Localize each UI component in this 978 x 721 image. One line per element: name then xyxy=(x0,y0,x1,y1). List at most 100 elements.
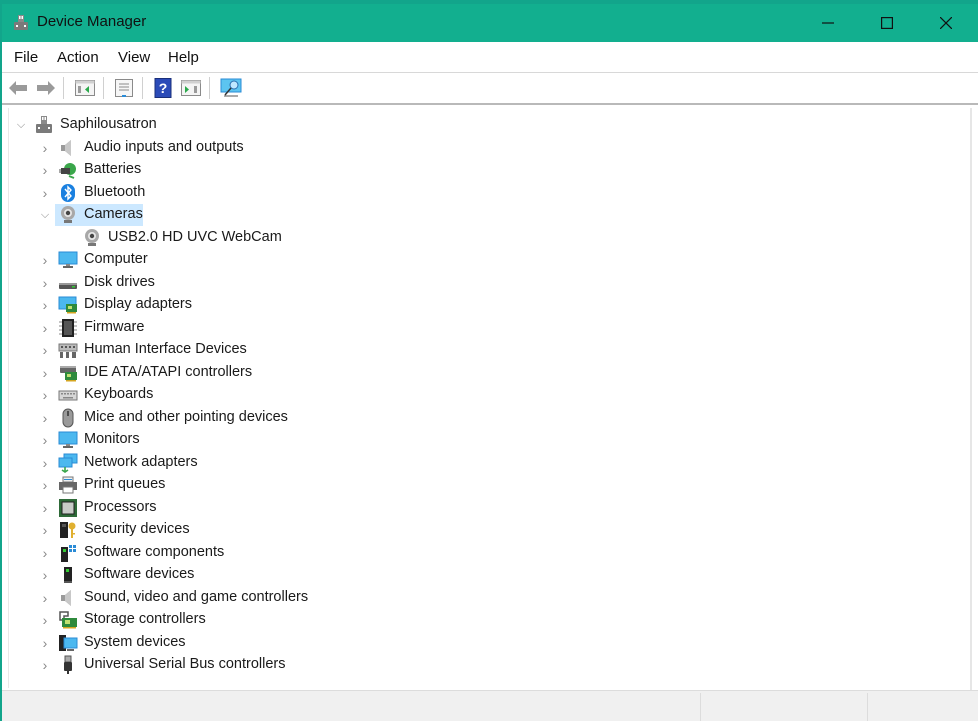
tree-category-software-components[interactable]: › Software components xyxy=(9,542,509,564)
chevron-right-icon[interactable]: › xyxy=(40,432,50,448)
chevron-right-icon[interactable]: › xyxy=(40,567,50,583)
properties-button[interactable] xyxy=(113,77,135,99)
menu-help[interactable]: Help xyxy=(168,49,199,66)
minimize-button[interactable] xyxy=(799,4,857,42)
tree-category-audio-inputs-and-outputs[interactable]: › Audio inputs and outputs xyxy=(9,137,509,159)
chevron-right-icon[interactable]: › xyxy=(40,455,50,471)
keyboard-icon xyxy=(58,390,78,401)
webcam-icon xyxy=(85,228,99,246)
tree-category-label: Processors xyxy=(84,498,157,515)
show-hide-console-tree-button[interactable] xyxy=(74,77,96,99)
tree-category-firmware[interactable]: › Firmware xyxy=(9,317,509,339)
chevron-right-icon[interactable]: › xyxy=(40,275,50,291)
disk-drive-icon xyxy=(59,282,77,289)
chevron-right-icon[interactable]: › xyxy=(40,387,50,403)
chevron-right-icon[interactable]: › xyxy=(40,612,50,628)
status-bar-pane xyxy=(867,693,978,721)
action-pane-icon xyxy=(181,80,201,96)
chevron-right-icon[interactable]: › xyxy=(40,410,50,426)
computer-icon xyxy=(58,251,78,268)
tree-category-processors[interactable]: › Processors xyxy=(9,497,509,519)
tree-category-system-devices[interactable]: › System devices xyxy=(9,632,509,654)
close-button[interactable] xyxy=(917,4,975,42)
tree-category-keyboards[interactable]: › Keyboards xyxy=(9,384,509,406)
tree-category-label: Monitors xyxy=(84,431,140,447)
back-button[interactable] xyxy=(7,77,29,99)
scan-hardware-button[interactable] xyxy=(220,77,242,99)
tree-device-label: USB2.0 HD UVC WebCam xyxy=(108,228,282,245)
tree-category-storage-controllers[interactable]: › Storage controllers xyxy=(9,609,509,631)
minimize-icon xyxy=(822,22,834,24)
chip-icon xyxy=(59,318,77,337)
status-bar-pane xyxy=(700,693,867,721)
chevron-down-icon[interactable]: ⌵ xyxy=(40,209,50,221)
toolbar: ? xyxy=(2,73,978,105)
tree-category-human-interface-devices[interactable]: › Human Interface Devices xyxy=(9,339,509,361)
tree-category-disk-drives[interactable]: › Disk drives xyxy=(9,272,509,294)
chevron-right-icon[interactable]: › xyxy=(40,342,50,358)
tree-category-label: Display adapters xyxy=(84,296,192,312)
chevron-right-icon[interactable]: › xyxy=(40,297,50,313)
tree-category-mice-and-other-pointing-devices[interactable]: › Mice and other pointing devices xyxy=(9,407,509,429)
system-devices-icon xyxy=(59,634,78,651)
display-adapter-icon xyxy=(58,296,77,314)
tree-category-label: Cameras xyxy=(84,206,143,222)
chevron-right-icon[interactable]: › xyxy=(40,477,50,493)
tree-category-label: Batteries xyxy=(84,161,142,177)
tree-category-label: Sound, video and game controllers xyxy=(84,588,309,605)
chevron-right-icon[interactable]: › xyxy=(40,185,50,201)
chevron-right-icon[interactable]: › xyxy=(40,635,50,651)
chevron-right-icon[interactable]: › xyxy=(40,162,50,178)
device-manager-app-icon xyxy=(14,15,28,30)
chevron-right-icon[interactable]: › xyxy=(40,500,50,516)
tree-category-label: System devices xyxy=(84,633,186,650)
console-tree-icon xyxy=(75,80,95,96)
processor-icon xyxy=(59,498,77,517)
tree-category-label: Software components xyxy=(84,543,225,560)
tree-category-sound-video-and-game-controllers[interactable]: › Sound, video and game controllers xyxy=(9,587,509,609)
device-manager-window: Device Manager File Action View Help ? ⌵… xyxy=(2,4,978,721)
menu-view[interactable]: View xyxy=(118,49,150,66)
chevron-right-icon[interactable]: › xyxy=(40,657,50,673)
tree-category-print-queues[interactable]: › Print queues xyxy=(9,474,509,496)
chevron-right-icon[interactable]: › xyxy=(40,522,50,538)
tree-category-ide-ata-atapi-controllers[interactable]: › IDE ATA/ATAPI controllers xyxy=(9,362,509,384)
tree-category-monitors[interactable]: › Monitors xyxy=(9,429,509,451)
tree-category-network-adapters[interactable]: › Network adapters xyxy=(9,452,509,474)
tree-category-label: Audio inputs and outputs xyxy=(84,138,244,155)
menu-file[interactable]: File xyxy=(14,49,38,66)
tree-category-universal-serial-bus-controllers[interactable]: › Universal Serial Bus controllers xyxy=(9,654,509,676)
tree-category-cameras[interactable]: ⌵ Cameras xyxy=(9,204,509,226)
tree-category-batteries[interactable]: › Batteries xyxy=(9,159,509,181)
tree-category-bluetooth[interactable]: › Bluetooth xyxy=(9,182,509,204)
tree-category-display-adapters[interactable]: › Display adapters xyxy=(9,294,509,316)
vertical-scrollbar-track[interactable] xyxy=(970,108,972,690)
chevron-right-icon[interactable]: › xyxy=(40,590,50,606)
forward-button[interactable] xyxy=(35,77,57,99)
close-icon xyxy=(940,17,952,29)
tree-device-item[interactable]: USB2.0 HD UVC WebCam xyxy=(9,227,509,249)
tree-category-security-devices[interactable]: › Security devices xyxy=(9,519,509,541)
chevron-down-icon[interactable]: ⌵ xyxy=(16,119,26,131)
title-bar[interactable]: Device Manager xyxy=(2,4,978,42)
show-action-pane-button[interactable] xyxy=(180,77,202,99)
tree-category-label: Keyboards xyxy=(84,386,154,402)
chevron-right-icon[interactable]: › xyxy=(40,320,50,336)
chevron-right-icon[interactable]: › xyxy=(40,545,50,561)
tree-category-software-devices[interactable]: › Software devices xyxy=(9,564,509,586)
chevron-right-icon[interactable]: › xyxy=(40,140,50,156)
tree-category-computer[interactable]: › Computer xyxy=(9,249,509,271)
chevron-right-icon[interactable]: › xyxy=(40,365,50,381)
device-tree[interactable]: ⌵ Saphilousatron › Audio inputs and outpu… xyxy=(8,108,973,688)
menu-action[interactable]: Action xyxy=(57,49,99,66)
status-bar xyxy=(2,690,978,721)
arrow-left-icon xyxy=(9,81,27,95)
webcam-icon xyxy=(61,206,75,223)
security-key-icon xyxy=(60,522,76,538)
chevron-right-icon[interactable]: › xyxy=(40,252,50,268)
help-button[interactable]: ? xyxy=(152,77,174,99)
tree-root-row[interactable]: ⌵ Saphilousatron xyxy=(9,114,409,136)
maximize-button[interactable] xyxy=(858,4,916,42)
tree-category-label: Computer xyxy=(84,251,148,267)
toolbar-separator xyxy=(63,77,64,99)
